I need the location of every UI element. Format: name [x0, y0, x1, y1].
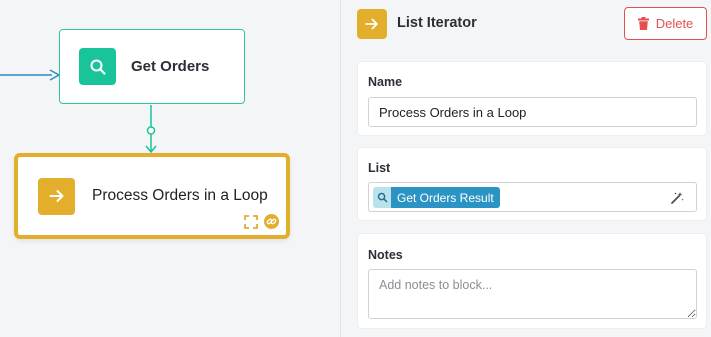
- node-get-orders[interactable]: Get Orders: [59, 29, 245, 104]
- name-label: Name: [368, 75, 403, 89]
- flow-canvas[interactable]: Get Orders Process Orders in a Loop: [0, 0, 340, 337]
- node-title: Get Orders: [131, 58, 210, 75]
- delete-button[interactable]: Delete: [624, 7, 707, 40]
- panel-header: List Iterator Delete: [341, 0, 711, 48]
- magic-wand-icon[interactable]: [670, 191, 684, 205]
- search-icon: [373, 187, 391, 208]
- trash-icon: [637, 17, 649, 30]
- notes-textarea[interactable]: [368, 269, 697, 319]
- link-icon[interactable]: [264, 214, 279, 229]
- name-field[interactable]: Process Orders in a Loop: [368, 97, 697, 127]
- list-card: List Get Orders Result: [357, 147, 707, 221]
- notes-label: Notes: [368, 248, 403, 262]
- node-actions: [244, 214, 279, 229]
- chip-label: Get Orders Result: [391, 187, 500, 208]
- list-field[interactable]: Get Orders Result: [368, 182, 697, 212]
- node-title: Process Orders in a Loop: [92, 187, 268, 204]
- notes-card: Notes: [357, 233, 707, 329]
- search-icon: [79, 48, 116, 85]
- link-edge-handle: [146, 126, 156, 135]
- block-settings-panel: List Iterator Delete Name Process Orders…: [340, 0, 711, 337]
- arrow-right-icon: [357, 9, 387, 39]
- arrow-right-icon: [38, 177, 75, 215]
- panel-title: List Iterator: [397, 15, 477, 31]
- name-card: Name Process Orders in a Loop: [357, 61, 707, 136]
- expand-icon[interactable]: [244, 214, 258, 229]
- delete-label: Delete: [655, 16, 694, 31]
- list-label: List: [368, 161, 391, 175]
- list-variable-chip[interactable]: Get Orders Result: [373, 187, 500, 208]
- node-process-orders[interactable]: Process Orders in a Loop: [14, 153, 290, 239]
